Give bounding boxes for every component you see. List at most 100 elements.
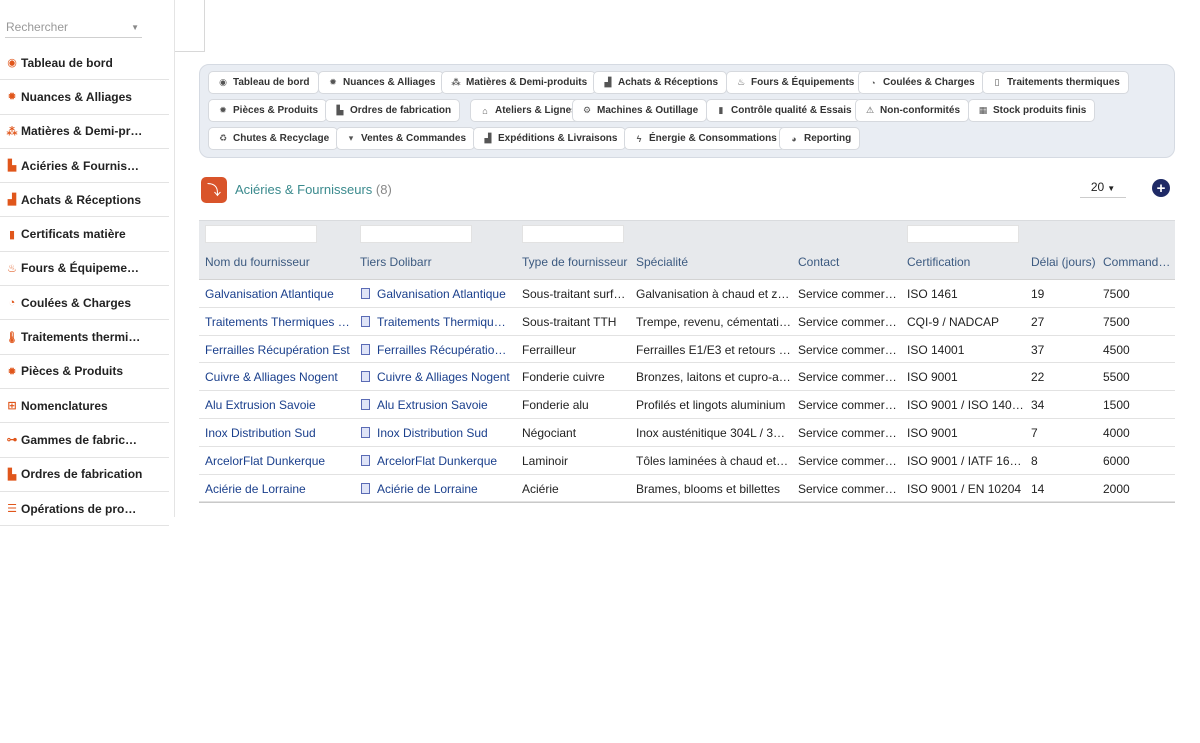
sidebar-item[interactable]: 🌡 Traitements thermiques [0, 320, 169, 355]
table-cell[interactable]: Aciérie de Lorraine [377, 482, 511, 496]
sidebar-item[interactable]: ☰ Opérations de production [0, 492, 169, 527]
table-cell[interactable]: Galvanisation Atlantique [377, 287, 511, 301]
chevron-down-icon: ▼ [1107, 184, 1116, 193]
sidebar-item[interactable]: ⁂Matières & Demi-produits [0, 115, 169, 149]
table-cell: Fonderie alu [522, 398, 589, 413]
recycle-icon: ♻ [218, 133, 228, 143]
sidebar-item[interactable]: ◉ Tableau de bord [0, 46, 169, 81]
filter-input[interactable] [522, 225, 624, 243]
sidebar-item[interactable]: ⊞ Nomenclatures [0, 389, 169, 424]
nav-button-label: Achats & Réceptions [618, 77, 719, 88]
table-cell[interactable]: Cuivre & Alliages Nogent [377, 370, 511, 384]
column-header[interactable]: Type de fournisseur [522, 255, 636, 269]
sidebar-item[interactable]: ▙ Ordres de fabrication [0, 458, 169, 492]
building-icon [361, 399, 370, 411]
column-header[interactable]: Nom du fournisseur [205, 255, 359, 269]
building-icon [361, 315, 370, 327]
nav-button[interactable]: ⚠ Non-conformités [855, 99, 969, 122]
nav-button[interactable]: ✹ Nuances & Alliages [318, 71, 445, 94]
column-header[interactable]: Délai (jours) [1031, 255, 1103, 269]
column-header[interactable]: Spécialité [636, 255, 797, 269]
sidebar-item[interactable]: ▟ Achats & Réceptions [0, 183, 169, 218]
record-count: (8) [375, 182, 392, 197]
sidebar-item[interactable]: ⊶ Gammes de fabrication [0, 423, 169, 458]
table-cell[interactable]: Ferrailles Récupération Est [377, 343, 511, 357]
nav-button[interactable]: ⚙ Machines & Outillage [572, 99, 708, 122]
table-cell: 2000 [1103, 481, 1130, 496]
table-cell: 4500 [1103, 342, 1130, 357]
column-header[interactable]: Tiers Dolibarr [360, 255, 516, 269]
table-cell[interactable]: Galvanisation Atlantique [205, 287, 353, 301]
table-cell[interactable]: Ferrailles Récupération Est [205, 343, 353, 357]
nav-button[interactable]: ▾ Ventes & Commandes [336, 127, 476, 150]
table-cell[interactable]: Cuivre & Alliages Nogent [205, 370, 353, 384]
suppliers-table: Nom du fournisseur Tiers Dolibarr Type de … [199, 220, 1175, 504]
nav-button[interactable]: ✹ Pièces & Produits [208, 99, 328, 122]
column-header[interactable]: Contact [798, 255, 908, 269]
add-button[interactable]: + [1152, 179, 1170, 197]
filter-input[interactable] [205, 225, 317, 243]
page-size-select[interactable]: 20 ▼ [1080, 177, 1126, 198]
sidebar-item-label: Certificats matière [21, 227, 126, 242]
sidebar-item[interactable]: ▮ Certificats matière [0, 217, 169, 252]
nav-button-label: Non-conformités [880, 105, 960, 116]
sidebar-item[interactable]: ✹ Nuances & Alliages [0, 80, 169, 115]
nav-button[interactable]: ▦ Stock produits finis [968, 99, 1096, 122]
column-header[interactable]: Certification [907, 255, 1031, 269]
table-cell[interactable]: Inox Distribution Sud [205, 426, 353, 440]
table-cell: 27 [1031, 314, 1045, 329]
table-cell[interactable]: ArcelorFlat Dunkerque [377, 454, 511, 468]
nav-button[interactable]: ◔ Coulées & Charges [858, 71, 984, 94]
chevron-down-icon[interactable]: ▼ [131, 23, 139, 32]
nav-button-label: Ateliers & Lignes [495, 105, 577, 116]
nav-button[interactable]: ♨ Fours & Équipements [726, 71, 864, 94]
nav-button[interactable]: ♻ Chutes & Recyclage [208, 127, 339, 150]
nav-button-label: Nuances & Alliages [343, 77, 436, 88]
nav-button[interactable]: ⁂ Matières & Demi-produits [441, 71, 597, 94]
table-cell[interactable]: Inox Distribution Sud [377, 426, 511, 440]
ladle-icon: ◔ [870, 77, 876, 88]
table-cell: 8 [1031, 453, 1038, 468]
nav-button-label: Ventes & Commandes [361, 133, 467, 144]
sidebar-item[interactable]: ▙ Aciéries & Fournisseurs [0, 149, 169, 184]
building-icon [361, 371, 370, 383]
table-cell: Service commercial [798, 342, 902, 357]
table-cell: 7500 [1103, 287, 1130, 301]
nav-button[interactable]: ▯ Traitements thermiques [982, 71, 1129, 94]
hierarchy-icon: ⊞ [7, 400, 17, 413]
module-nav-panel: ◉ Tableau de bord ✹ Nuances & Alliages ⁂ Mati… [199, 64, 1175, 158]
sidebar-item-label: Gammes de fabrication [21, 432, 143, 447]
building-icon [361, 426, 370, 438]
nav-button[interactable]: ◕ Reporting [779, 127, 861, 150]
materials-icon: ⁂ [6, 125, 18, 138]
filter-input[interactable] [907, 225, 1019, 243]
table-cell[interactable]: ArcelorFlat Dunkerque [205, 454, 353, 468]
nav-button[interactable]: ⌂ Ateliers & Lignes [470, 99, 586, 122]
column-header[interactable]: Commande minimum [1103, 255, 1171, 269]
sidebar-item[interactable]: ✹ Pièces & Produits [0, 355, 169, 389]
nav-button[interactable]: ◉ Tableau de bord [208, 71, 319, 94]
table-cell[interactable]: Alu Extrusion Savoie [205, 398, 353, 412]
table-cell[interactable]: Traitements Thermiques Jura [377, 315, 511, 329]
filter-input[interactable] [360, 225, 472, 243]
sidebar-item[interactable]: ♨ Fours & Équipements [0, 252, 169, 287]
search-select[interactable]: Rechercher ▼ [5, 16, 142, 38]
table-cell: Sous-traitant surface [522, 287, 630, 301]
table-cell[interactable]: Alu Extrusion Savoie [377, 398, 511, 412]
nav-button[interactable]: ▟ Expéditions & Livraisons [473, 127, 627, 150]
table-cell: ISO 9001 / EN 10204 [907, 481, 1022, 496]
nav-button[interactable]: ▙ Ordres de fabrication [325, 99, 461, 122]
nav-button[interactable]: ▮ Contrôle qualité & Essais [706, 99, 861, 122]
nav-button[interactable]: ▟ Achats & Réceptions [593, 71, 728, 94]
table-cell[interactable]: Traitements Thermiques Jura [205, 315, 353, 329]
sidebar-item-label: Matières & Demi-produits [21, 124, 143, 139]
table-cell[interactable]: Aciérie de Lorraine [205, 482, 353, 496]
sidebar-item[interactable]: ◔ Coulées & Charges [0, 286, 169, 321]
table-row: ArcelorFlat Dunkerque ArcelorFlat Dunkerq… [199, 446, 1175, 475]
table-cell: ISO 1461 [907, 287, 958, 301]
nav-button[interactable]: ϟ Énergie & Consommations [624, 127, 786, 150]
table-row: Traitements Thermiques Jura Traitements T… [199, 307, 1175, 336]
table-cell: 34 [1031, 398, 1045, 413]
materials-icon: ⁂ [451, 77, 461, 87]
clipboard-icon: ▮ [718, 105, 724, 115]
